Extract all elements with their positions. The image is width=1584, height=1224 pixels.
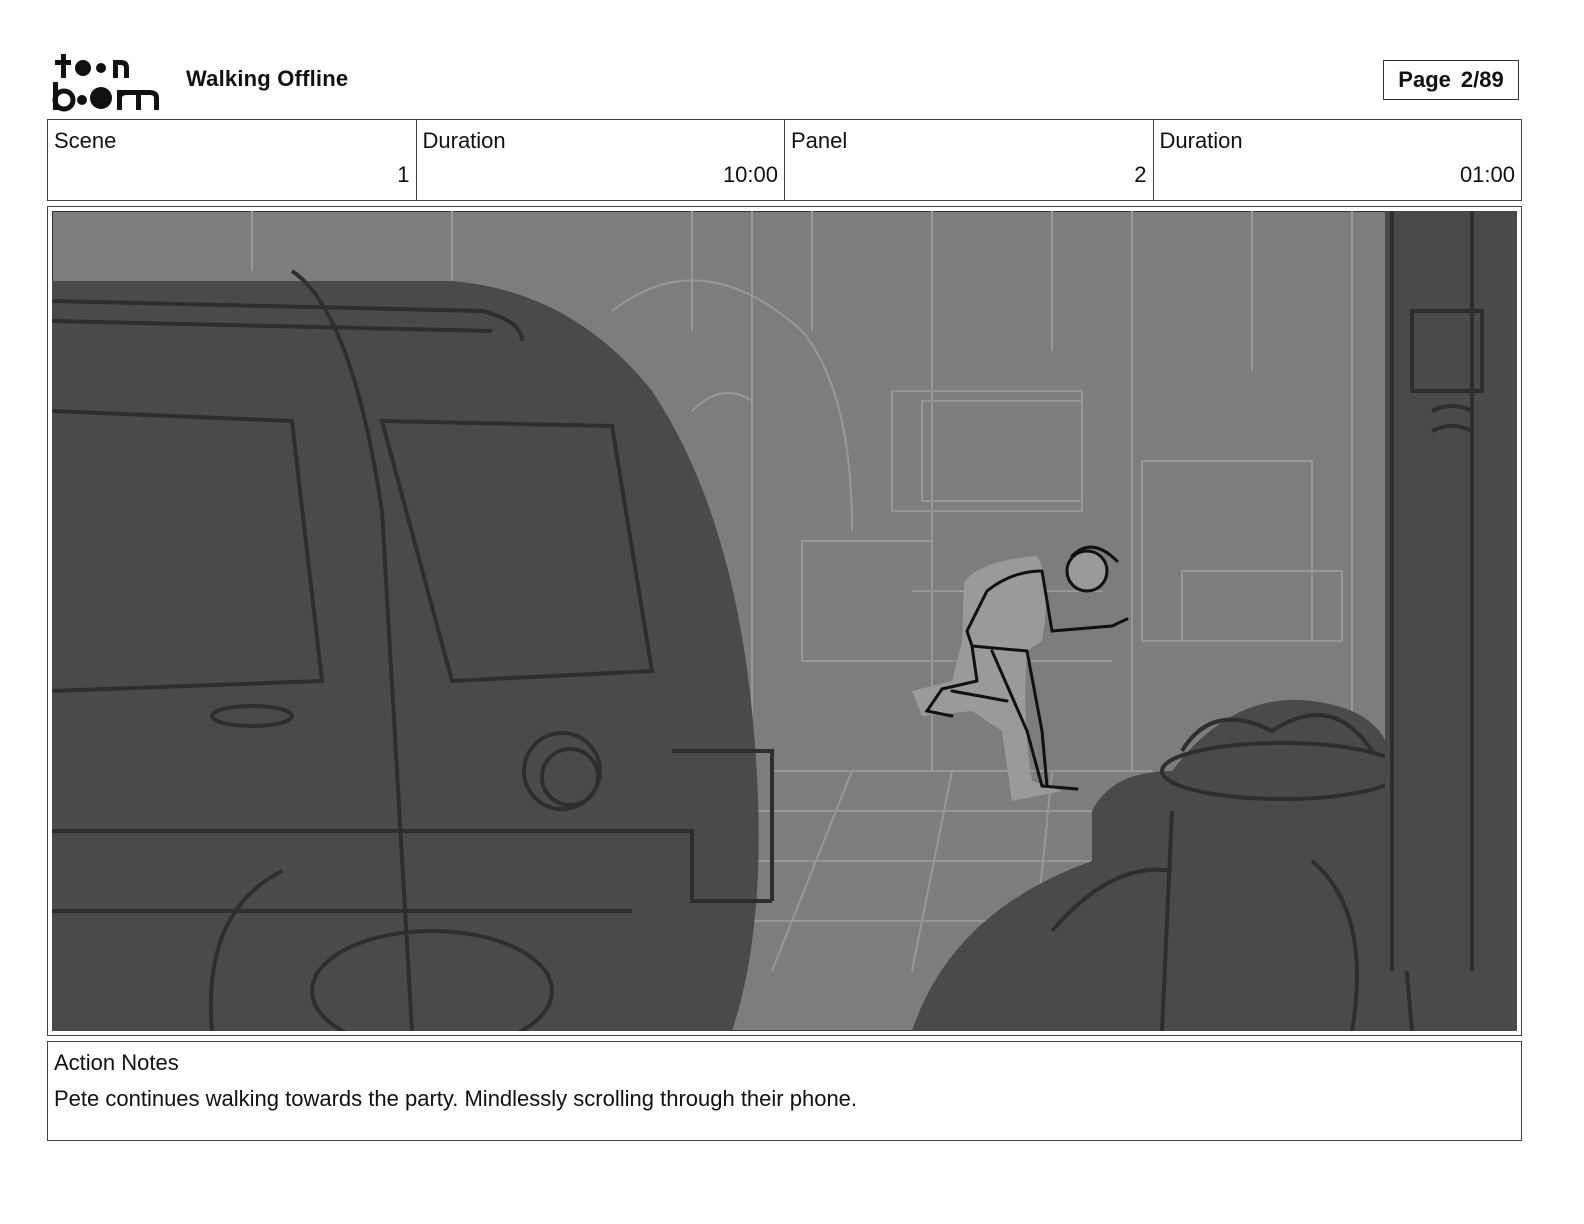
project-title: Walking Offline (186, 66, 349, 91)
toonboom-logo-icon (52, 54, 159, 112)
panel-cell: Panel 2 (785, 120, 1154, 200)
storyboard-panel (47, 206, 1522, 1036)
panel-duration-label: Duration (1159, 128, 1243, 153)
page-indicator: Page 2/89 (1383, 60, 1519, 100)
action-notes-label: Action Notes (54, 1050, 179, 1075)
page-number: 2/89 (1460, 67, 1504, 92)
toonboom-logo (51, 52, 163, 112)
scene-duration-value: 10:00 (722, 162, 778, 187)
action-notes-box: Action Notes Pete continues walking towa… (47, 1041, 1522, 1141)
scene-info-row: Scene 1 Duration 10:00 Panel 2 Duration … (47, 119, 1522, 201)
panel-duration-cell: Duration 01:00 (1154, 120, 1522, 200)
panel-label: Panel (791, 128, 848, 153)
scene-value: 1 (397, 162, 410, 187)
scene-duration-cell: Duration 10:00 (417, 120, 785, 200)
page-label: Page (1398, 67, 1451, 92)
action-notes-text: Pete continues walking towards the party… (54, 1086, 858, 1111)
scene-cell: Scene 1 (48, 120, 417, 200)
panel-duration-value: 01:00 (1459, 162, 1515, 187)
scene-duration-label: Duration (422, 128, 506, 153)
storyboard-sketch-image (52, 211, 1517, 1031)
scene-label: Scene (54, 128, 117, 153)
panel-value: 2 (1134, 162, 1147, 187)
